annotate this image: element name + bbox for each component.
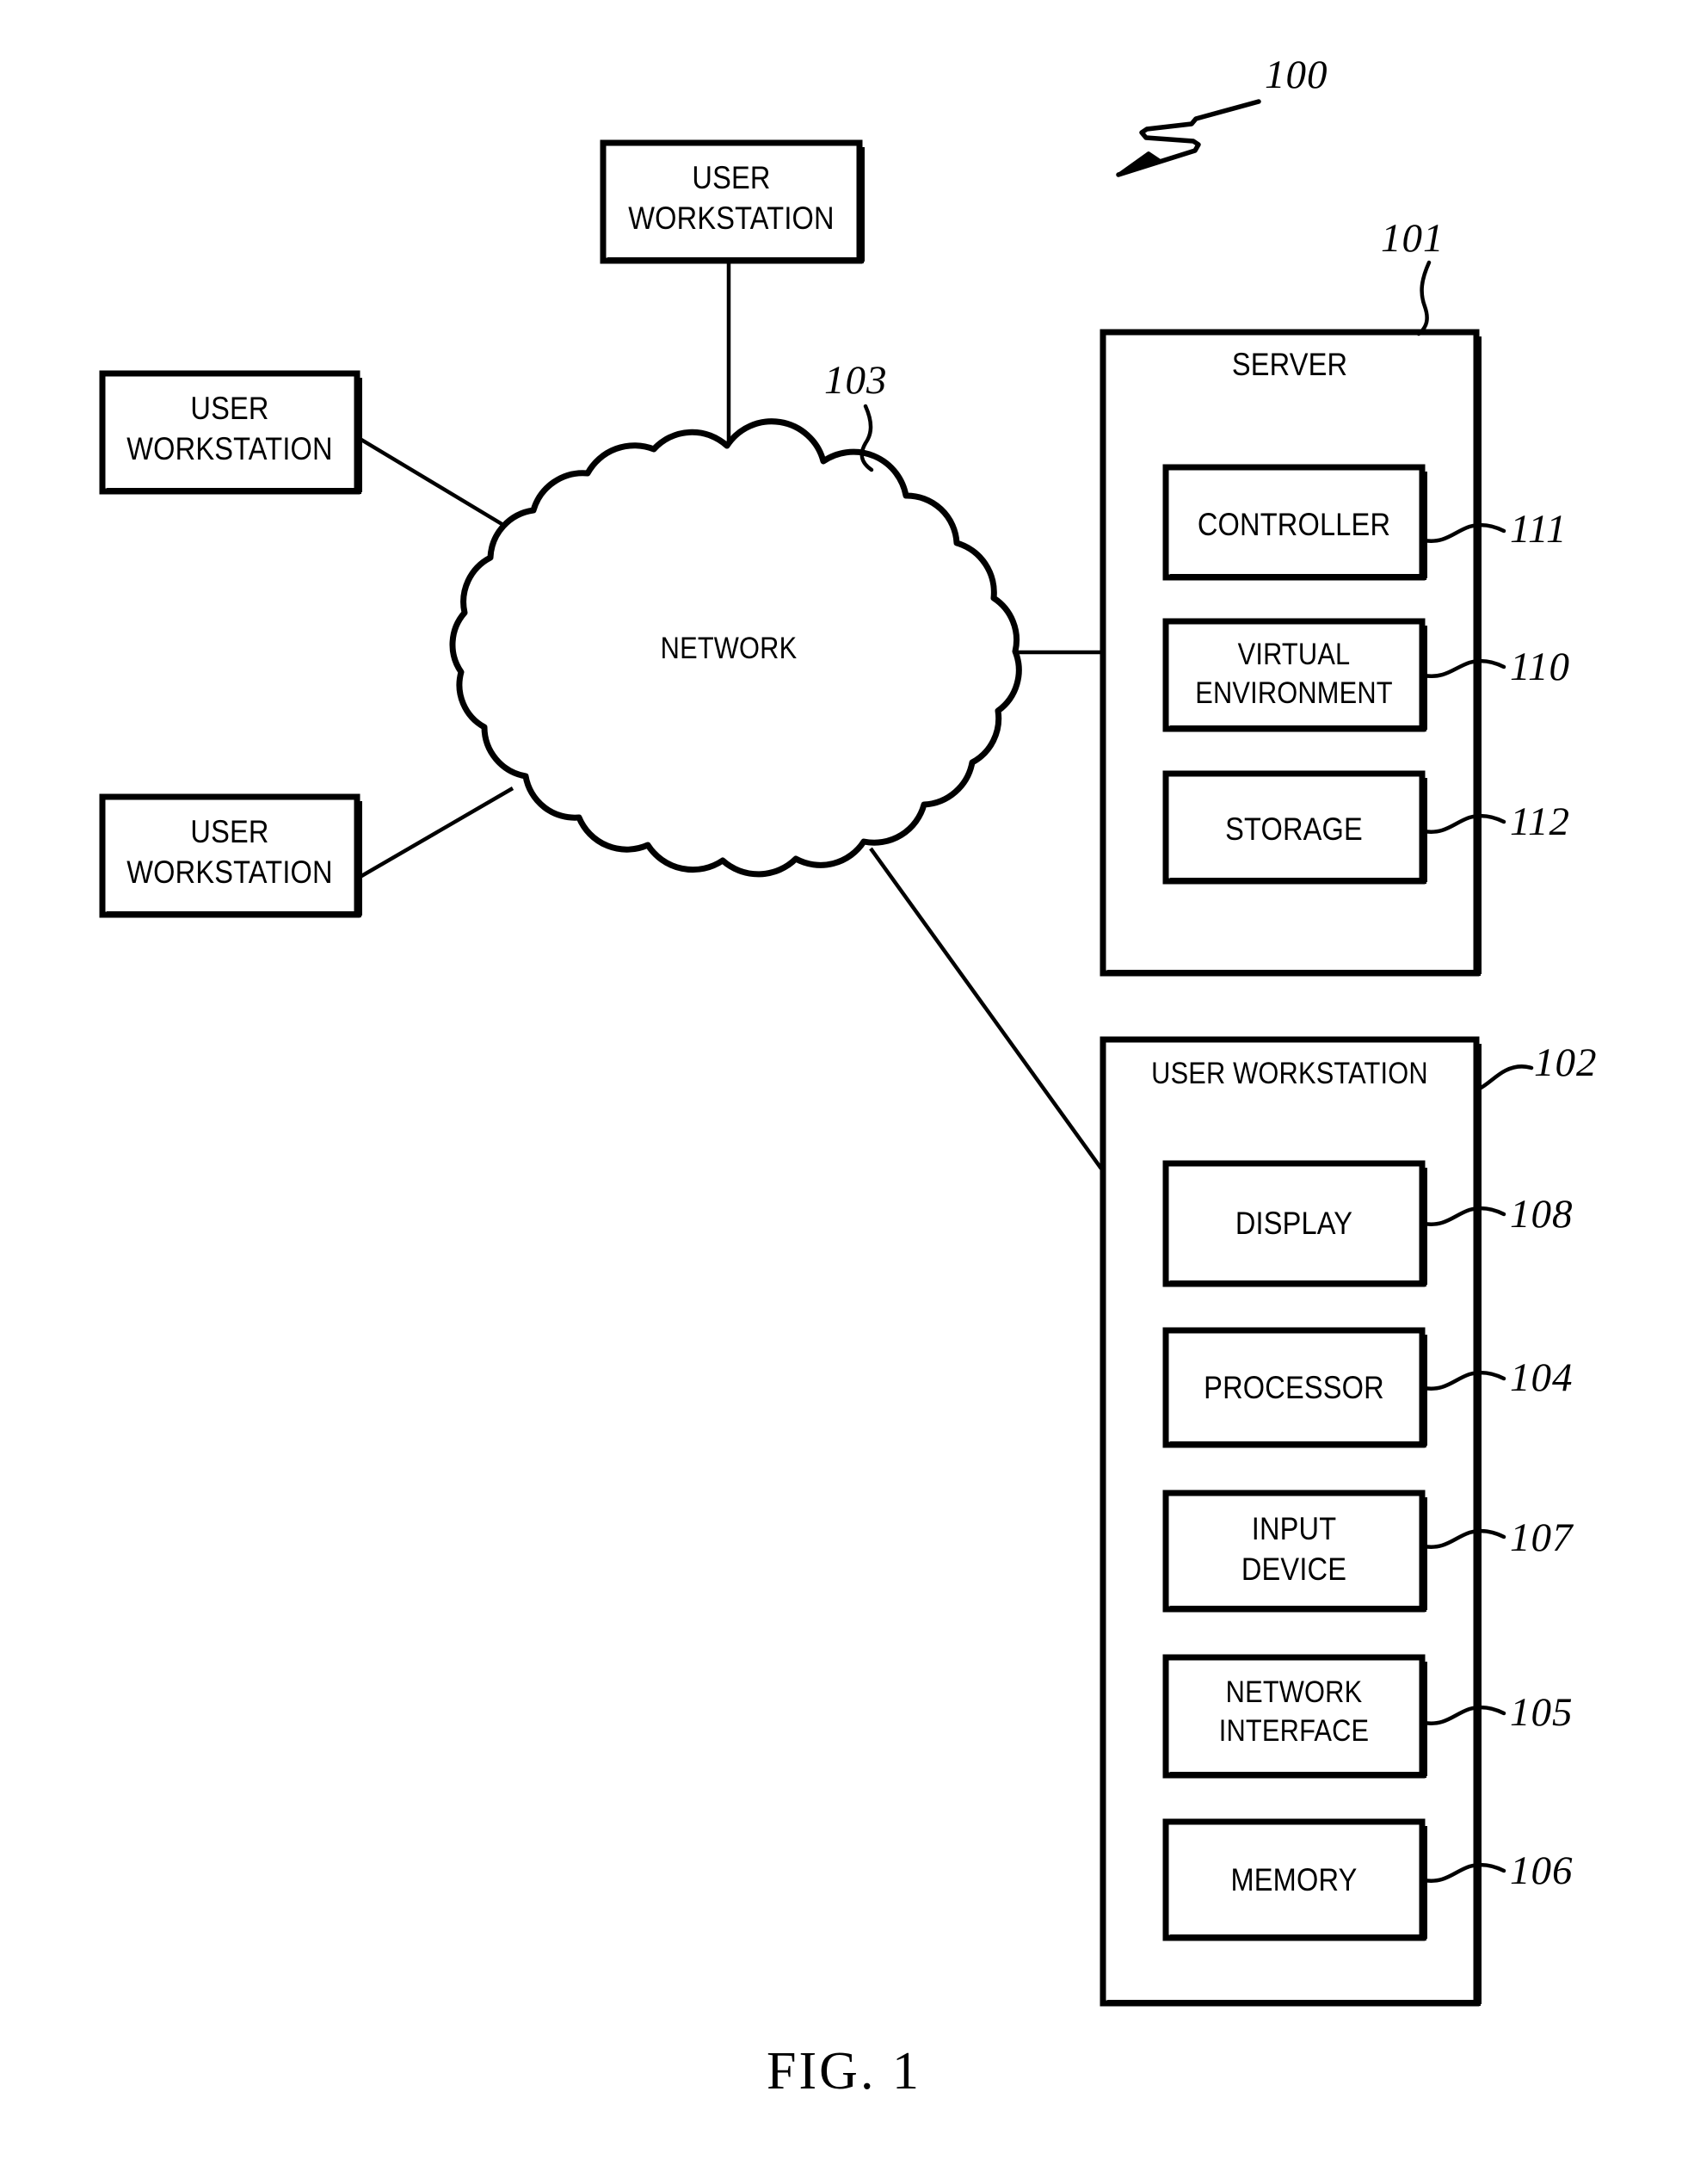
network-label: NETWORK xyxy=(660,632,798,665)
server-title: SERVER xyxy=(1231,347,1348,382)
controller-ref-number: 111 xyxy=(1510,507,1568,552)
processor-label: PROCESSOR xyxy=(1204,1370,1384,1405)
network-interface-label-line1: NETWORK xyxy=(1225,1675,1363,1709)
user-workstation-title: USER WORKSTATION xyxy=(1151,1057,1428,1090)
workstation-left-upper-label-line2: WORKSTATION xyxy=(126,431,333,466)
workstation-top-label-line2: WORKSTATION xyxy=(628,201,835,236)
workstation-left-lower-label-line1: USER xyxy=(190,814,269,849)
virtual-environment-ref-number: 110 xyxy=(1510,645,1571,689)
input-device-ref-number: 107 xyxy=(1510,1515,1574,1560)
virtual-environment-label-line2: ENVIRONMENT xyxy=(1195,676,1393,710)
input-device-label-line2: DEVICE xyxy=(1241,1552,1347,1587)
virtual-environment-label-line1: VIRTUAL xyxy=(1237,638,1351,671)
network-interface-label-line2: INTERFACE xyxy=(1218,1714,1370,1748)
connector-network-to-user-workstation xyxy=(869,847,1103,1170)
figure-caption: FIG. 1 xyxy=(767,2042,921,2101)
server-ref-number: 101 xyxy=(1381,216,1445,261)
input-device-label-line1: INPUT xyxy=(1251,1511,1337,1546)
system-ref-number: 100 xyxy=(1265,52,1328,97)
connector-workstation-left-lower-to-network xyxy=(355,787,514,880)
system-ref-leader-arrow xyxy=(1116,99,1261,177)
user-workstation-ref-number: 102 xyxy=(1534,1040,1598,1085)
workstation-left-upper-label-line1: USER xyxy=(190,391,269,426)
display-label: DISPLAY xyxy=(1235,1206,1353,1241)
workstation-left-lower-label-line2: WORKSTATION xyxy=(126,854,333,890)
network-interface-ref-number: 105 xyxy=(1510,1690,1574,1735)
figure-line-art xyxy=(99,99,1534,2007)
user-workstation-ref-leader xyxy=(1475,1064,1534,1092)
connector-workstation-left-upper-to-network xyxy=(355,435,505,527)
display-ref-number: 108 xyxy=(1510,1192,1574,1237)
server-ref-leader xyxy=(1416,260,1432,336)
storage-ref-number: 112 xyxy=(1510,799,1571,844)
workstation-top-label-line1: USER xyxy=(692,160,771,195)
controller-label: CONTROLLER xyxy=(1197,507,1391,542)
storage-label: STORAGE xyxy=(1225,811,1363,847)
memory-ref-number: 106 xyxy=(1510,1848,1574,1893)
network-ref-number: 103 xyxy=(824,358,888,403)
memory-label: MEMORY xyxy=(1230,1862,1358,1897)
processor-ref-number: 104 xyxy=(1510,1355,1574,1400)
patent-figure-1: 100 USER WORKSTATION USER WORKSTATION US… xyxy=(0,0,1688,2184)
